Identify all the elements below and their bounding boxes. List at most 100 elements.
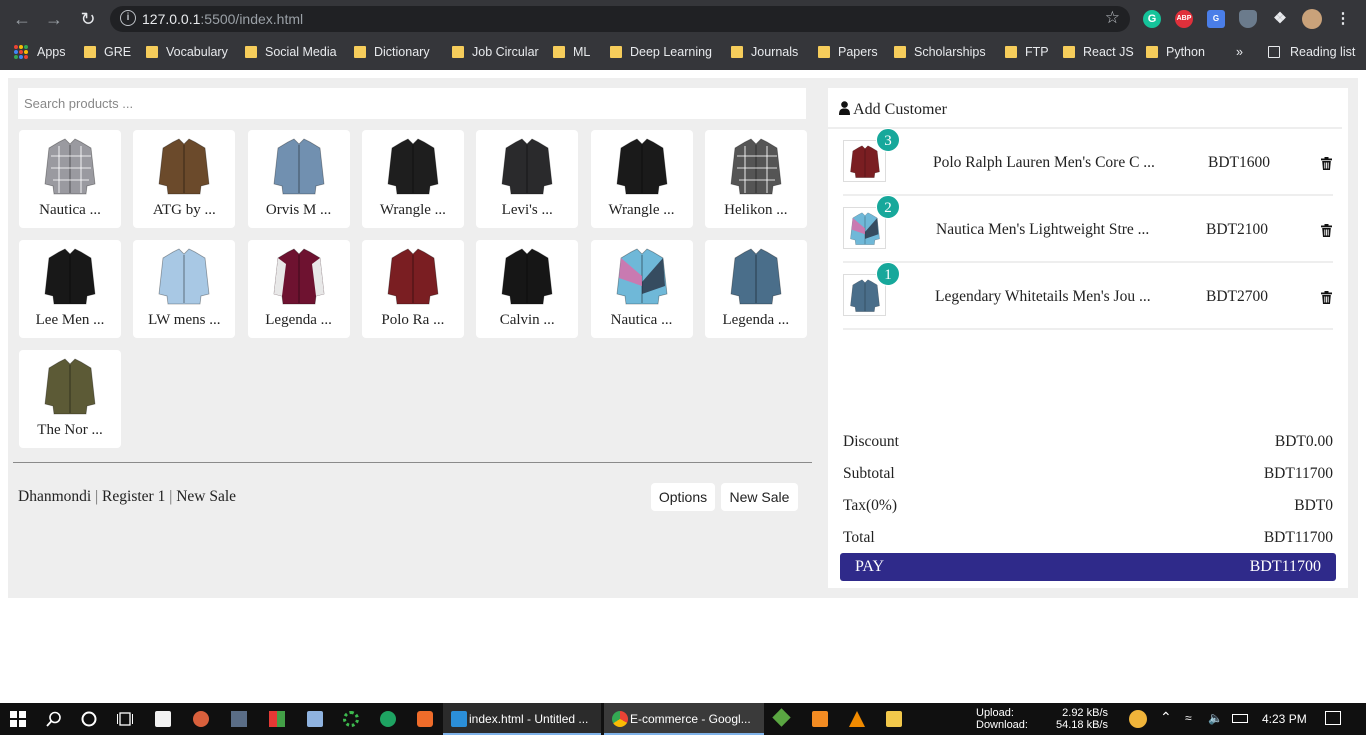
- trash-icon[interactable]: [1321, 157, 1332, 170]
- product-image: [500, 246, 554, 308]
- menu-kebab-icon[interactable]: ⋮: [1334, 10, 1352, 28]
- bookmark-folder[interactable]: Job Circular: [450, 43, 539, 61]
- summary-tax: Tax(0%) BDT0: [843, 497, 1333, 514]
- summary-total: Total BDT11700: [843, 529, 1333, 546]
- task-view-icon[interactable]: [117, 711, 133, 727]
- product-card[interactable]: The Nor ...: [19, 350, 121, 448]
- cart-item[interactable]: 2 Nautica Men's Lightweight Stre ... BDT21…: [843, 195, 1333, 263]
- bookmark-folder[interactable]: React JS: [1061, 43, 1134, 61]
- profile-avatar[interactable]: [1302, 9, 1322, 29]
- vscode-icon: [451, 711, 467, 727]
- product-card[interactable]: Helikon ...: [704, 130, 807, 228]
- product-card[interactable]: Calvin ...: [476, 240, 579, 338]
- notifications-icon[interactable]: [1325, 711, 1341, 725]
- product-image: [729, 246, 783, 308]
- app-icon[interactable]: [380, 711, 396, 727]
- apps-grid-icon: [14, 45, 28, 59]
- back-icon[interactable]: ←: [10, 7, 34, 31]
- loader-icon[interactable]: [343, 711, 359, 727]
- office-icon[interactable]: [269, 711, 285, 727]
- add-customer-button[interactable]: Add Customer: [839, 101, 947, 119]
- shield-extension-icon[interactable]: [1239, 10, 1257, 28]
- folder-icon: [354, 46, 366, 58]
- folder-icon: [84, 46, 96, 58]
- url-text[interactable]: 127.0.0.1:5500/index.html: [142, 11, 303, 27]
- wifi-icon[interactable]: ≈: [1185, 712, 1192, 724]
- bookmark-folder[interactable]: Social Media: [243, 43, 337, 61]
- cart-item-name: Polo Ralph Lauren Men's Core C ...: [933, 154, 1155, 171]
- app-icon[interactable]: [812, 711, 828, 727]
- pay-button[interactable]: PAY BDT11700: [840, 553, 1336, 581]
- address-bar[interactable]: i 127.0.0.1:5500/index.html ☆: [110, 6, 1130, 32]
- product-card[interactable]: Wrangle ...: [590, 130, 693, 228]
- search-icon[interactable]: [46, 711, 62, 727]
- bookmark-folder[interactable]: Dictionary: [352, 43, 430, 61]
- cart-item[interactable]: 1 Legendary Whitetails Men's Jou ... BDT27…: [843, 262, 1333, 330]
- product-card[interactable]: LW mens ...: [133, 240, 236, 338]
- calculator-icon[interactable]: [231, 711, 247, 727]
- folder-icon: [245, 46, 257, 58]
- adblock-icon[interactable]: ABP: [1175, 10, 1193, 28]
- bookmark-folder[interactable]: Vocabulary: [144, 43, 228, 61]
- browser-chrome: ← → ↻ i 127.0.0.1:5500/index.html ☆ G AB…: [0, 0, 1366, 70]
- product-name: Wrangle ...: [379, 202, 446, 218]
- bookmark-folder[interactable]: Python: [1144, 43, 1205, 61]
- product-card[interactable]: Nautica ...: [590, 240, 693, 338]
- forward-icon[interactable]: →: [42, 7, 66, 31]
- taskbar-chrome[interactable]: E-commerce - Googl...: [604, 703, 764, 735]
- bookmark-folder[interactable]: FTP: [1003, 43, 1049, 61]
- search-input[interactable]: [18, 88, 806, 119]
- volume-icon[interactable]: 🔈: [1208, 712, 1223, 724]
- vlc-icon[interactable]: [849, 711, 865, 727]
- product-name: ATG by ...: [152, 202, 216, 218]
- xampp-icon[interactable]: [417, 711, 433, 727]
- cortana-icon[interactable]: [81, 711, 97, 727]
- battery-icon[interactable]: [1232, 714, 1248, 723]
- file-explorer-icon[interactable]: [886, 711, 902, 727]
- product-card[interactable]: Legenda ...: [247, 240, 350, 338]
- bookmark-folder[interactable]: ML: [551, 43, 590, 61]
- total-value: BDT11700: [1263, 529, 1333, 546]
- weather-icon[interactable]: [1129, 710, 1147, 728]
- product-card[interactable]: Orvis M ...: [247, 130, 350, 228]
- product-image: [43, 356, 97, 418]
- product-card[interactable]: Legenda ...: [704, 240, 807, 338]
- translate-icon[interactable]: G: [1207, 10, 1225, 28]
- pay-amount: BDT11700: [1249, 558, 1321, 575]
- bookmarks-overflow-button[interactable]: »: [1218, 43, 1243, 61]
- extensions-puzzle-icon[interactable]: ❖: [1271, 10, 1289, 28]
- site-info-icon[interactable]: i: [120, 10, 136, 26]
- product-card[interactable]: ATG by ...: [133, 130, 236, 228]
- notepad-icon[interactable]: [307, 711, 323, 727]
- product-card[interactable]: Levi's ...: [476, 130, 579, 228]
- product-card[interactable]: Polo Ra ...: [361, 240, 464, 338]
- cart-item[interactable]: 3 Polo Ralph Lauren Men's Core C ... BDT16…: [843, 128, 1333, 196]
- bookmark-folder[interactable]: GRE: [82, 43, 131, 61]
- quantity-badge: 3: [876, 128, 900, 152]
- new-sale-button[interactable]: New Sale: [721, 483, 798, 511]
- product-name: Legenda ...: [722, 312, 790, 328]
- windows-start-icon[interactable]: [10, 711, 26, 727]
- bookmark-folder[interactable]: Deep Learning: [608, 43, 712, 61]
- options-button[interactable]: Options: [651, 483, 715, 511]
- bookmark-apps[interactable]: Apps: [12, 43, 66, 61]
- bookmark-folder[interactable]: Journals: [729, 43, 798, 61]
- paint-icon[interactable]: [193, 711, 209, 727]
- chevron-up-icon[interactable]: ⌃: [1160, 710, 1172, 724]
- separator: |: [169, 488, 173, 505]
- trash-icon[interactable]: [1321, 291, 1332, 304]
- grammarly-icon[interactable]: G: [1143, 10, 1161, 28]
- product-card[interactable]: Lee Men ...: [19, 240, 121, 338]
- clock[interactable]: 4:23 PM: [1262, 713, 1307, 725]
- store-icon[interactable]: [155, 711, 171, 727]
- product-card[interactable]: Wrangle ...: [361, 130, 464, 228]
- reload-icon[interactable]: ↻: [76, 7, 100, 31]
- taskbar-vscode[interactable]: index.html - Untitled ...: [443, 703, 601, 735]
- bookmark-star-icon[interactable]: ☆: [1105, 8, 1120, 28]
- product-card[interactable]: Nautica ...: [19, 130, 121, 228]
- app-icon[interactable]: [772, 708, 791, 727]
- bookmark-folder[interactable]: Scholarships: [892, 43, 986, 61]
- reading-list-button[interactable]: Reading list: [1266, 43, 1355, 61]
- trash-icon[interactable]: [1321, 224, 1332, 237]
- bookmark-folder[interactable]: Papers: [816, 43, 878, 61]
